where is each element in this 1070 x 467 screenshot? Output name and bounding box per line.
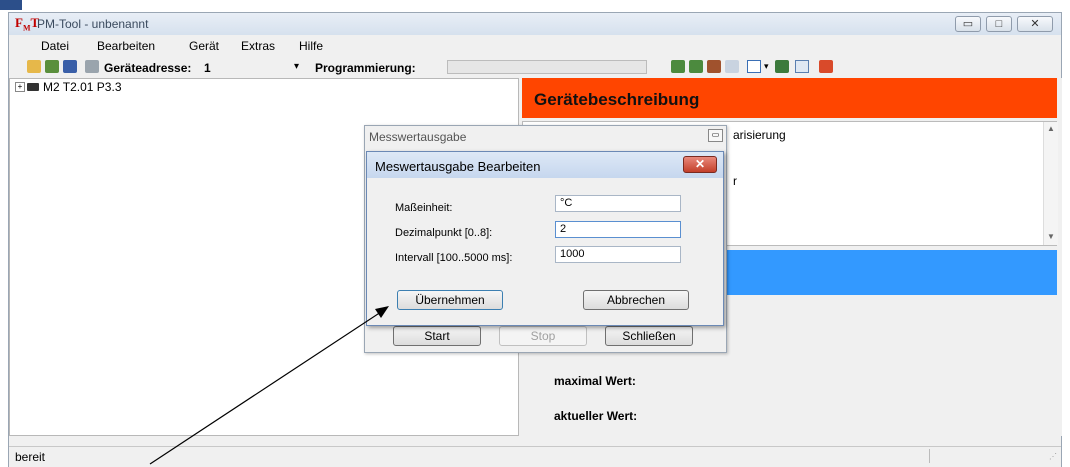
annotation-arrow — [149, 306, 389, 465]
